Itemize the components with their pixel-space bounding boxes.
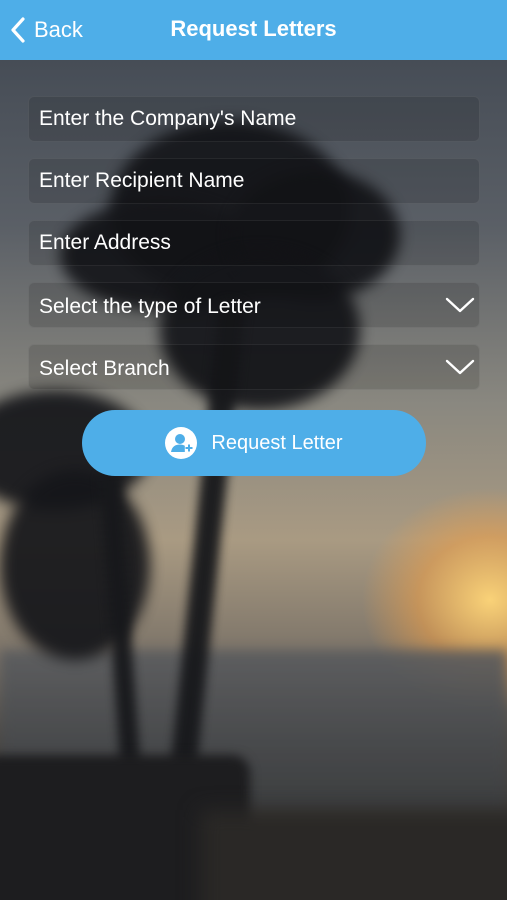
navigation-bar: Back Request Letters	[0, 0, 507, 60]
page-title: Request Letters	[170, 16, 337, 41]
recipient-name-field-container	[28, 158, 480, 204]
letter-type-select-label: Select the type of Letter	[39, 295, 261, 318]
branch-select-label: Select Branch	[39, 357, 170, 380]
request-letter-form: Select the type of Letter Select Branch	[28, 96, 480, 406]
chevron-down-icon	[445, 297, 475, 313]
request-letter-label: Request Letter	[211, 431, 343, 454]
request-letter-button[interactable]: Request Letter	[82, 410, 426, 476]
user-add-icon	[165, 427, 198, 459]
chevron-down-icon	[445, 359, 475, 375]
recipient-name-input[interactable]	[29, 159, 479, 203]
letter-type-select[interactable]: Select the type of Letter	[28, 282, 480, 328]
address-field-container	[28, 220, 480, 266]
address-input[interactable]	[29, 221, 479, 265]
branch-select[interactable]: Select Branch	[28, 344, 480, 390]
company-name-field-container	[28, 96, 480, 142]
company-name-input[interactable]	[29, 97, 479, 141]
background-shore	[200, 810, 507, 900]
